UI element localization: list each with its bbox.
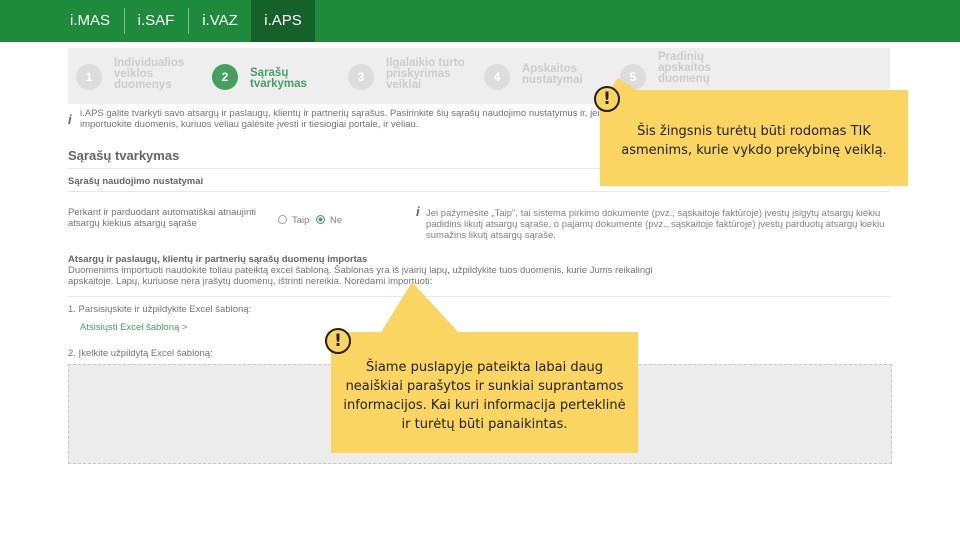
warning-icon: ! bbox=[594, 86, 620, 112]
annotation-callout-1: Šis žingsnis turėtų būti rodomas TIK asm… bbox=[600, 90, 908, 186]
callout-text: Šis žingsnis turėtų būti rodomas TIK asm… bbox=[621, 124, 887, 158]
callout-2-tail bbox=[380, 282, 460, 334]
warning-icon: ! bbox=[325, 328, 351, 354]
callout-text: Šiame puslapyje pateikta labai daug neai… bbox=[343, 360, 626, 432]
annotation-callout-2: Šiame puslapyje pateikta labai daug neai… bbox=[331, 332, 638, 453]
callout-tails bbox=[380, 78, 640, 334]
